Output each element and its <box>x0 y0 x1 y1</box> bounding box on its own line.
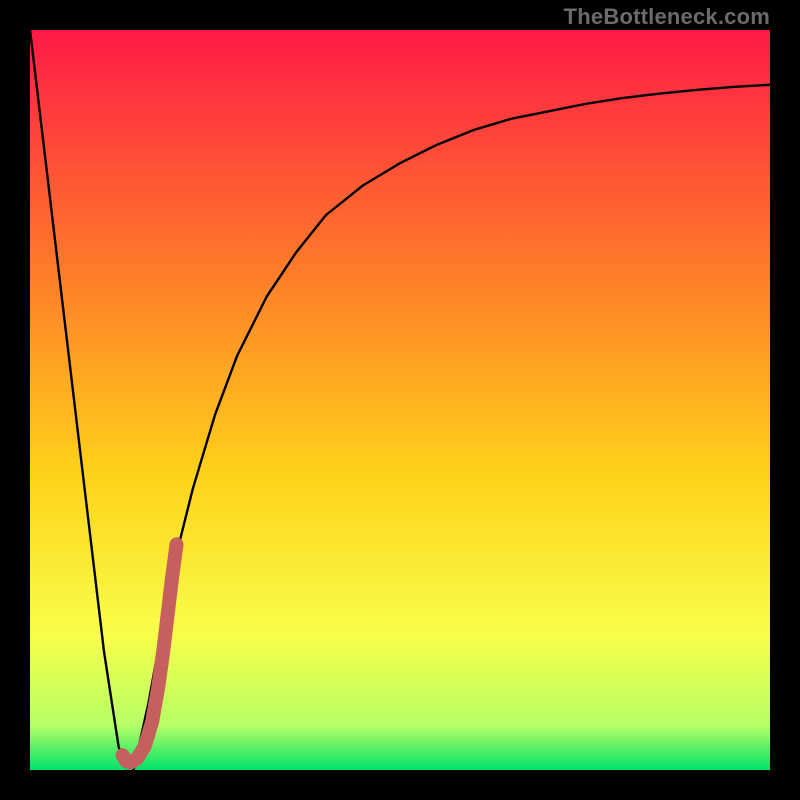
plot-area <box>30 30 770 770</box>
chart-svg <box>30 30 770 770</box>
chart-frame: TheBottleneck.com <box>0 0 800 800</box>
gradient-background <box>30 30 770 770</box>
watermark-label: TheBottleneck.com <box>564 4 770 30</box>
